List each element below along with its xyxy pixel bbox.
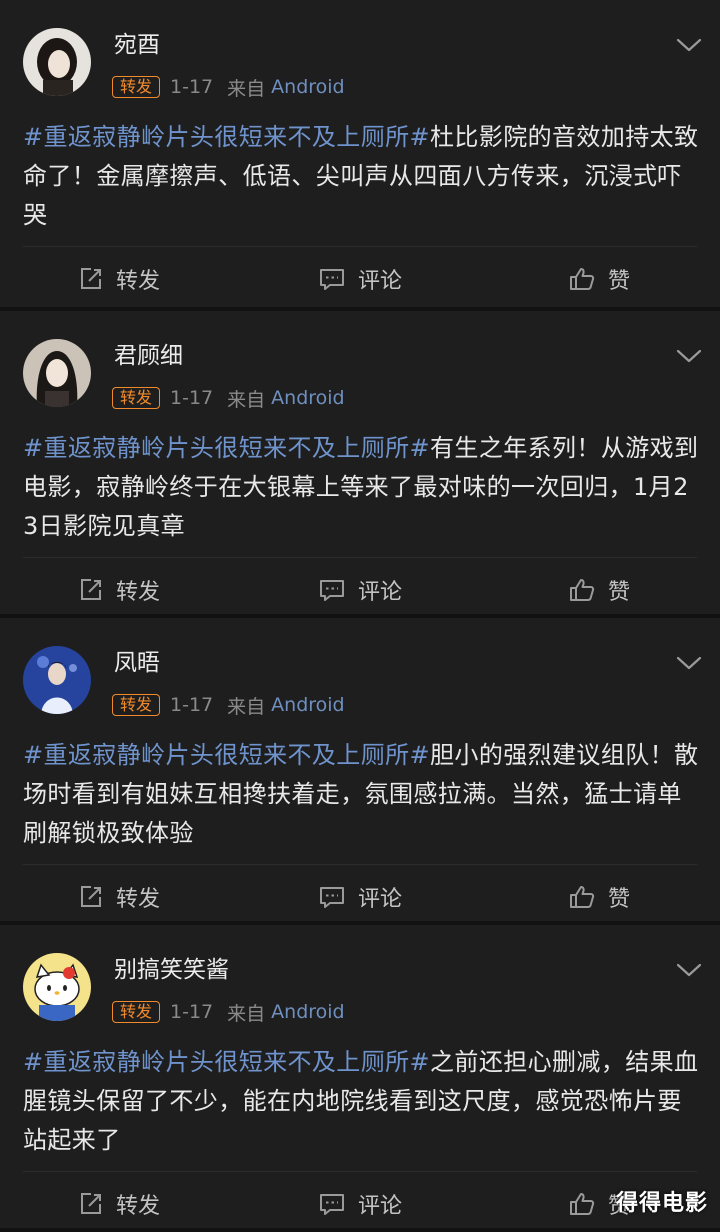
thumbs-up-icon [570,886,595,908]
post-card[interactable]: 别搞笑笑酱 转发 1-17 来自 Android #重返寂静岭片头很短来不及上厕… [0,925,720,1232]
repost-badge: 转发 [112,76,161,98]
hashtag-link[interactable]: #重返寂静岭片头很短来不及上厕所# [23,123,430,151]
avatar[interactable] [23,339,91,407]
post-meta: 转发 1-17 来自 Android [112,693,345,718]
comment-button[interactable]: 评论 [318,573,402,607]
repost-badge: 转发 [112,694,161,716]
like-label: 赞 [608,269,631,294]
repost-button[interactable]: 转发 [78,262,160,296]
comment-label: 评论 [358,887,403,912]
username[interactable]: 宛酉 [114,30,160,60]
chevron-down-icon[interactable] [675,347,703,365]
comment-button[interactable]: 评论 [318,880,402,914]
repost-icon [81,1193,101,1214]
divider [23,246,697,247]
repost-button[interactable]: 转发 [78,880,160,914]
chevron-down-icon[interactable] [675,36,703,54]
repost-icon [81,268,101,289]
avatar[interactable] [23,646,91,714]
repost-label: 转发 [116,269,161,294]
post-content: #重返寂静岭片头很短来不及上厕所#杜比影院的音效加持太致命了！金属摩擦声、低语、… [23,118,703,235]
chevron-down-icon[interactable] [675,961,703,979]
thumbs-up-icon [570,579,595,601]
like-button[interactable]: 赞 [568,262,630,296]
divider [23,864,697,865]
thumbs-up-icon [570,1193,595,1215]
hashtag-link[interactable]: #重返寂静岭片头很短来不及上厕所# [23,741,430,769]
post-card[interactable]: 凤晤 转发 1-17 来自 Android #重返寂静岭片头很短来不及上厕所#胆… [0,618,720,925]
comment-icon [320,580,344,601]
watermark: 得得电影 [615,1191,708,1216]
source-name[interactable]: Android [271,387,344,409]
like-button[interactable]: 赞 [568,573,630,607]
username[interactable]: 别搞笑笑酱 [114,955,229,985]
comment-label: 评论 [358,580,403,605]
comment-button[interactable]: 评论 [318,1187,402,1221]
divider [23,1171,697,1172]
post-card[interactable]: 君顾细 转发 1-17 来自 Android #重返寂静岭片头很短来不及上厕所#… [0,311,720,618]
post-date: 1-17 [170,387,214,409]
repost-badge: 转发 [112,1001,161,1023]
source-prefix: 来自 [227,77,266,100]
like-label: 赞 [608,887,631,912]
repost-button[interactable]: 转发 [78,1187,160,1221]
weibo-comment-feed: 宛酉 转发 1-17 来自 Android #重返寂静岭片头很短来不及上厕所#杜… [0,0,720,1232]
action-bar: 转发 评论 赞 [0,874,720,924]
comment-label: 评论 [358,1194,403,1219]
post-date: 1-17 [170,694,214,716]
divider [23,557,697,558]
source-prefix: 来自 [227,1002,266,1025]
like-label: 赞 [608,580,631,605]
chevron-down-icon[interactable] [675,654,703,672]
hashtag-link[interactable]: #重返寂静岭片头很短来不及上厕所# [23,434,430,462]
action-bar: 转发 评论 赞 [0,567,720,617]
action-bar: 转发 评论 赞 [0,1181,720,1231]
avatar[interactable] [23,953,91,1021]
source-prefix: 来自 [227,388,266,411]
source-name[interactable]: Android [271,1001,344,1023]
comment-icon [320,887,344,908]
post-meta: 转发 1-17 来自 Android [112,75,345,100]
repost-label: 转发 [116,580,161,605]
repost-icon [81,886,101,907]
repost-label: 转发 [116,1194,161,1219]
post-meta: 转发 1-17 来自 Android [112,1000,345,1025]
comment-label: 评论 [358,269,403,294]
avatar[interactable] [23,28,91,96]
repost-label: 转发 [116,887,161,912]
repost-icon [81,579,101,600]
like-button[interactable]: 赞 [568,880,630,914]
post-meta: 转发 1-17 来自 Android [112,386,345,411]
source-name[interactable]: Android [271,694,344,716]
source-name[interactable]: Android [271,76,344,98]
thumbs-up-icon [570,268,595,290]
post-content: #重返寂静岭片头很短来不及上厕所#有生之年系列！从游戏到电影，寂静岭终于在大银幕… [23,429,703,546]
post-date: 1-17 [170,1001,214,1023]
comment-icon [320,269,344,290]
action-bar: 转发 评论 赞 [0,256,720,306]
repost-badge: 转发 [112,387,161,409]
post-content: #重返寂静岭片头很短来不及上厕所#胆小的强烈建议组队！散场时看到有姐妹互相搀扶着… [23,736,703,853]
post-card[interactable]: 宛酉 转发 1-17 来自 Android #重返寂静岭片头很短来不及上厕所#杜… [0,0,720,311]
source-prefix: 来自 [227,695,266,718]
repost-button[interactable]: 转发 [78,573,160,607]
post-date: 1-17 [170,76,214,98]
post-content: #重返寂静岭片头很短来不及上厕所#之前还担心删减，结果血腥镜头保留了不少，能在内… [23,1043,703,1160]
username[interactable]: 君顾细 [114,341,183,371]
comment-icon [320,1194,344,1215]
comment-button[interactable]: 评论 [318,262,402,296]
username[interactable]: 凤晤 [114,648,160,678]
hashtag-link[interactable]: #重返寂静岭片头很短来不及上厕所# [23,1048,430,1076]
